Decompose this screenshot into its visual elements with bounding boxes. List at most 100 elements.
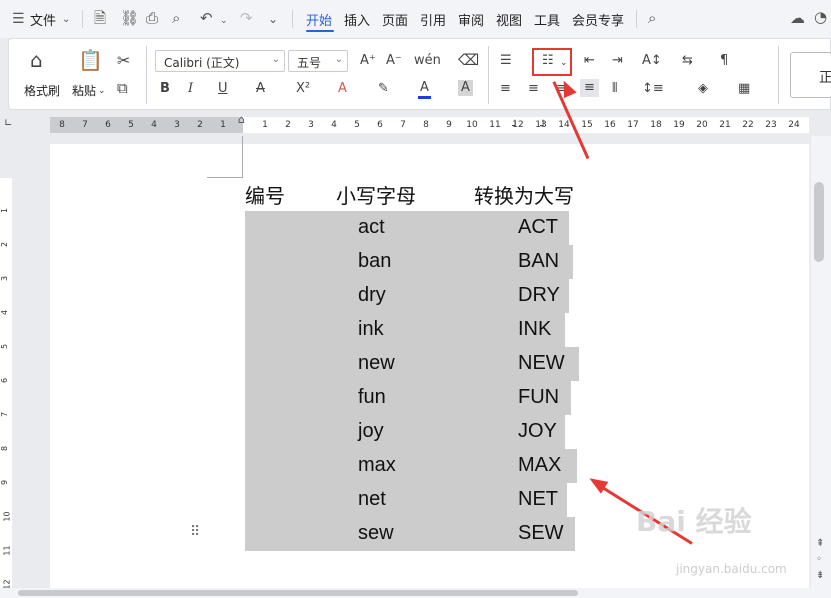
- tab-review[interactable]: 审阅: [458, 10, 484, 29]
- lowercase-cell[interactable]: act: [358, 216, 385, 239]
- text-effect-icon[interactable]: A: [338, 81, 347, 97]
- table-row[interactable]: [245, 313, 565, 347]
- ribbon-toolbar: [8, 38, 831, 110]
- tab-insert[interactable]: 插入: [344, 10, 370, 29]
- italic-icon[interactable]: I: [188, 81, 193, 97]
- clear-formatting-icon[interactable]: ⌫: [458, 52, 479, 68]
- chevron-down-icon[interactable]: ⌄: [62, 12, 70, 28]
- uppercase-cell[interactable]: INK: [518, 318, 551, 341]
- tab-marker-icon[interactable]: ┘: [512, 121, 518, 132]
- tab-references[interactable]: 引用: [420, 10, 446, 29]
- vertical-ruler-number: 7: [0, 411, 10, 418]
- paste-icon[interactable]: 📋: [78, 50, 103, 70]
- uppercase-cell[interactable]: DRY: [518, 284, 560, 307]
- underline-icon[interactable]: U: [218, 81, 228, 97]
- print-icon[interactable]: ⎙: [146, 10, 158, 26]
- justify-icon[interactable]: ≡: [580, 79, 599, 97]
- distributed-align-icon[interactable]: ⫴: [612, 81, 617, 97]
- tab-home[interactable]: 开始: [306, 10, 332, 29]
- tab-view[interactable]: 视图: [496, 10, 522, 29]
- ruler-number: 11: [489, 120, 501, 130]
- decrease-font-size-icon[interactable]: A⁻: [386, 53, 402, 69]
- lowercase-cell[interactable]: sew: [358, 522, 394, 545]
- strikethrough-icon[interactable]: A: [256, 81, 265, 97]
- share-link-icon[interactable]: ⛓: [120, 10, 139, 26]
- format-painter-label[interactable]: 格式刷: [24, 82, 60, 99]
- bullet-list-icon[interactable]: ☰: [500, 53, 512, 69]
- vertical-ruler-number: 8: [0, 445, 10, 452]
- uppercase-cell[interactable]: JOY: [518, 420, 557, 443]
- superscript-icon[interactable]: X²: [296, 81, 310, 97]
- copy-icon[interactable]: ⧉: [117, 80, 128, 96]
- uppercase-cell[interactable]: BAN: [518, 250, 559, 273]
- align-left-icon[interactable]: ≡: [500, 81, 511, 97]
- vertical-scrollbar-thumb[interactable]: [814, 182, 824, 262]
- decrease-indent-icon[interactable]: ⇤: [584, 53, 595, 69]
- header-number: 编号: [245, 184, 285, 208]
- lowercase-cell[interactable]: new: [358, 352, 395, 375]
- uppercase-cell[interactable]: SEW: [518, 522, 564, 545]
- tab-marker-icon[interactable]: ┘: [540, 121, 546, 132]
- style-gallery-item[interactable]: 正: [790, 52, 831, 98]
- bold-icon[interactable]: B: [160, 81, 170, 97]
- file-menu[interactable]: 文件: [30, 10, 56, 29]
- sort-icon[interactable]: ⇆: [682, 53, 693, 69]
- paste-label[interactable]: 粘贴: [72, 82, 96, 99]
- next-page-icon[interactable]: ⇟: [816, 568, 824, 584]
- lowercase-cell[interactable]: ink: [358, 318, 384, 341]
- undo-icon[interactable]: ↶: [200, 10, 213, 26]
- tab-member[interactable]: 会员专享: [572, 10, 624, 29]
- drag-handle-icon[interactable]: ⠿: [190, 524, 200, 540]
- prev-page-icon[interactable]: ⇞: [816, 536, 824, 552]
- lowercase-cell[interactable]: max: [358, 454, 396, 477]
- cloud-icon[interactable]: ☁: [790, 10, 805, 26]
- format-painter-icon[interactable]: ⌂: [30, 50, 43, 70]
- align-center-icon[interactable]: ≡: [528, 81, 539, 97]
- uppercase-cell[interactable]: NET: [518, 488, 558, 511]
- show-marks-icon[interactable]: ¶: [720, 53, 728, 69]
- font-size-select[interactable]: 五号 ⌄: [288, 50, 348, 72]
- uppercase-cell[interactable]: FUN: [518, 386, 559, 409]
- search-icon[interactable]: ⌕: [648, 10, 656, 26]
- lowercase-cell[interactable]: joy: [358, 420, 384, 443]
- shading-icon[interactable]: ◈: [698, 81, 708, 97]
- undo-dropdown-icon[interactable]: ⌄: [220, 13, 228, 29]
- increase-font-size-icon[interactable]: A⁺: [360, 53, 376, 69]
- horizontal-ruler[interactable]: ∟ 87654321 1 2 3 4 5 6 7 8 9 10 11 12 13 14 15 16 17 18 19…: [0, 113, 831, 136]
- tab-page[interactable]: 页面: [382, 10, 408, 29]
- table-row[interactable]: [245, 415, 565, 449]
- uppercase-cell[interactable]: ACT: [518, 216, 558, 239]
- more-chevron-icon[interactable]: ⌄: [268, 11, 278, 27]
- vertical-ruler[interactable]: 1 2 3 4 5 6 7 8 9 10 11 12: [0, 178, 12, 590]
- print-preview-icon[interactable]: ⌕: [172, 10, 180, 26]
- lowercase-cell[interactable]: dry: [358, 284, 386, 307]
- ruler-number: 18: [650, 120, 662, 130]
- save-icon[interactable]: 🗎: [94, 10, 106, 26]
- font-name-select[interactable]: Calibri (正文) ⌄: [155, 50, 285, 72]
- horizontal-scrollbar-thumb[interactable]: [18, 590, 578, 596]
- paste-dropdown-icon[interactable]: ⌄: [98, 83, 106, 99]
- highlight-icon[interactable]: ✎: [378, 81, 389, 97]
- user-icon[interactable]: ◔: [814, 9, 827, 25]
- borders-icon[interactable]: ▦: [738, 81, 750, 97]
- tab-tools[interactable]: 工具: [534, 10, 560, 29]
- redo-icon[interactable]: ↷: [240, 10, 253, 26]
- ruler-number: 5: [128, 120, 134, 130]
- select-browse-icon[interactable]: ◦: [816, 552, 822, 568]
- cut-icon[interactable]: ✂: [117, 53, 130, 69]
- character-shading-icon[interactable]: A: [458, 80, 473, 96]
- line-spacing-icon[interactable]: ↕≡: [642, 81, 664, 97]
- tab-stop-icon[interactable]: ∟: [4, 118, 12, 129]
- increase-indent-icon[interactable]: ⇥: [612, 53, 623, 69]
- lowercase-cell[interactable]: ban: [358, 250, 391, 273]
- text-direction-icon[interactable]: A↕: [642, 53, 662, 69]
- ruler-number: 22: [742, 120, 754, 130]
- uppercase-cell[interactable]: MAX: [518, 454, 561, 477]
- uppercase-cell[interactable]: NEW: [518, 352, 565, 375]
- indent-marker-icon[interactable]: ⌂: [238, 113, 245, 126]
- lowercase-cell[interactable]: fun: [358, 386, 386, 409]
- lowercase-cell[interactable]: net: [358, 488, 386, 511]
- font-color-icon[interactable]: A: [418, 80, 431, 99]
- hamburger-menu-icon[interactable]: ☰: [12, 11, 25, 27]
- phonetic-guide-icon[interactable]: wén: [414, 53, 441, 69]
